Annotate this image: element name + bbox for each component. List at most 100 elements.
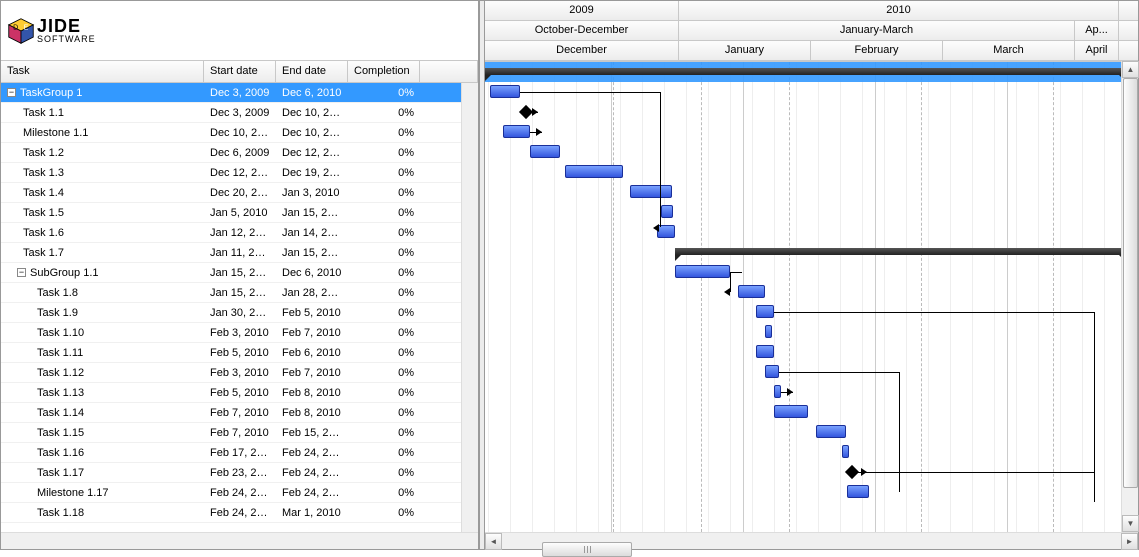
timeline-cell[interactable]: January	[679, 41, 811, 60]
task-bar[interactable]	[756, 345, 774, 358]
col-end[interactable]: End date	[276, 61, 348, 82]
task-name: Task 1.1	[23, 107, 64, 119]
gantt-row[interactable]	[485, 182, 1138, 202]
gantt-row[interactable]	[485, 282, 1138, 302]
gantt-row[interactable]	[485, 202, 1138, 222]
summary-bar[interactable]	[675, 248, 1125, 255]
scroll-left-icon[interactable]: ◄	[485, 533, 502, 550]
expander-icon[interactable]: −	[7, 88, 16, 97]
task-bar[interactable]	[756, 305, 774, 318]
summary-bar[interactable]	[485, 68, 1125, 75]
vscroll-track[interactable]	[1122, 78, 1138, 515]
timeline-cell[interactable]: December	[485, 41, 679, 60]
task-bar[interactable]	[530, 145, 560, 158]
task-name: Task 1.16	[37, 447, 84, 459]
gantt-row[interactable]	[485, 162, 1138, 182]
table-row[interactable]: −SubGroup 1.1Jan 15, 2010Dec 6, 20100%	[1, 263, 478, 283]
table-row[interactable]: Task 1.14Feb 7, 2010Feb 8, 20100%	[1, 403, 478, 423]
table-row[interactable]: Task 1.4Dec 20, 2009Jan 3, 20100%	[1, 183, 478, 203]
vscrollbar-left[interactable]	[461, 83, 478, 532]
task-bar[interactable]	[774, 385, 781, 398]
timeline-cell[interactable]: October-December	[485, 21, 679, 40]
table-row[interactable]: Task 1.1Dec 3, 2009Dec 10, 20090%	[1, 103, 478, 123]
table-row[interactable]: Task 1.3Dec 12, 2009Dec 19, 20090%	[1, 163, 478, 183]
header-months[interactable]: DecemberJanuaryFebruaryMarchApril	[485, 41, 1138, 61]
header-years[interactable]: 20092010	[485, 1, 1138, 21]
gantt-chart[interactable]	[485, 62, 1138, 532]
task-name: Task 1.17	[37, 467, 84, 479]
gantt-row[interactable]	[485, 322, 1138, 342]
timeline-cell[interactable]: April	[1075, 41, 1119, 60]
task-bar[interactable]	[842, 445, 849, 458]
table-row[interactable]: Task 1.12Feb 3, 2010Feb 7, 20100%	[1, 363, 478, 383]
timeline-cell[interactable]: 2010	[679, 1, 1119, 20]
task-bar[interactable]	[847, 485, 869, 498]
task-bar[interactable]	[738, 285, 765, 298]
table-row[interactable]: Task 1.5Jan 5, 2010Jan 15, 20100%	[1, 203, 478, 223]
table-row[interactable]: Task 1.2Dec 6, 2009Dec 12, 20090%	[1, 143, 478, 163]
task-bar[interactable]	[774, 405, 808, 418]
cell-comp: 0%	[348, 307, 420, 319]
task-bar[interactable]	[765, 325, 772, 338]
scroll-right-icon[interactable]: ►	[1121, 533, 1138, 550]
task-name: TaskGroup 1	[20, 87, 82, 99]
header-quarters[interactable]: October-DecemberJanuary-MarchAp...	[485, 21, 1138, 41]
task-bar[interactable]	[565, 165, 623, 178]
table-row[interactable]: Task 1.16Feb 17, 2010Feb 24, 20100%	[1, 443, 478, 463]
col-start[interactable]: Start date	[204, 61, 276, 82]
vscroll-thumb[interactable]	[1123, 78, 1138, 488]
table-row[interactable]: Task 1.13Feb 5, 2010Feb 8, 20100%	[1, 383, 478, 403]
task-bar[interactable]	[503, 125, 530, 138]
gantt-row[interactable]	[485, 402, 1138, 422]
table-row[interactable]: Task 1.11Feb 5, 2010Feb 6, 20100%	[1, 343, 478, 363]
task-bar[interactable]	[630, 185, 672, 198]
table-row[interactable]: Task 1.6Jan 12, 2010Jan 14, 20100%	[1, 223, 478, 243]
task-bar[interactable]	[490, 85, 520, 98]
gantt-row[interactable]	[485, 382, 1138, 402]
table-row[interactable]: Task 1.17Feb 23, 2010Feb 24, 20100%	[1, 463, 478, 483]
task-bar[interactable]	[675, 265, 730, 278]
timeline-cell[interactable]: January-March	[679, 21, 1075, 40]
timeline-cell[interactable]: Ap...	[1075, 21, 1119, 40]
gantt-row[interactable]	[485, 442, 1138, 462]
table-row[interactable]: Task 1.8Jan 15, 2010Jan 28, 20100%	[1, 283, 478, 303]
gantt-row[interactable]	[485, 242, 1138, 262]
gantt-row[interactable]	[485, 142, 1138, 162]
gantt-row[interactable]	[485, 422, 1138, 442]
vscrollbar-right[interactable]: ▲ ▼	[1121, 61, 1138, 532]
gantt-row[interactable]	[485, 482, 1138, 502]
hscrollbar-right[interactable]: ◄ ►	[485, 532, 1138, 549]
col-task[interactable]: Task	[1, 61, 204, 82]
timeline-cell[interactable]: March	[943, 41, 1075, 60]
table-row[interactable]: Task 1.9Jan 30, 2010Feb 5, 20100%	[1, 303, 478, 323]
gantt-row[interactable]	[485, 102, 1138, 122]
gantt-app: D E JIDE SOFTWARE Task Start date End da…	[0, 0, 1139, 550]
scroll-up-icon[interactable]: ▲	[1122, 61, 1139, 78]
table-row[interactable]: Task 1.10Feb 3, 2010Feb 7, 20100%	[1, 323, 478, 343]
expander-icon[interactable]: −	[17, 268, 26, 277]
gantt-row[interactable]	[485, 122, 1138, 142]
col-completion[interactable]: Completion	[348, 61, 420, 82]
table-row[interactable]: Task 1.7Jan 11, 2010Jan 15, 20100%	[1, 243, 478, 263]
table-row[interactable]: Task 1.18Feb 24, 2010Mar 1, 20100%	[1, 503, 478, 523]
table-row[interactable]: Milestone 1.17Feb 24, 2010Feb 24, 20100%	[1, 483, 478, 503]
table-row[interactable]: Task 1.15Feb 7, 2010Feb 15, 20100%	[1, 423, 478, 443]
cell-end: Dec 19, 2009	[276, 167, 348, 179]
cell-start: Jan 15, 2010	[204, 287, 276, 299]
task-name: Milestone 1.1	[23, 127, 88, 139]
hscrollbar-left[interactable]	[1, 532, 478, 549]
cell-start: Feb 3, 2010	[204, 367, 276, 379]
timeline-cell[interactable]: 2009	[485, 1, 679, 20]
timeline-cell[interactable]: February	[811, 41, 943, 60]
gantt-row[interactable]	[485, 342, 1138, 362]
table-row[interactable]: −TaskGroup 1Dec 3, 2009Dec 6, 20100%	[1, 83, 478, 103]
gantt-row[interactable]	[485, 222, 1138, 242]
table-row[interactable]: Milestone 1.1Dec 10, 2009Dec 10, 20090%	[1, 123, 478, 143]
col-extra[interactable]	[420, 61, 478, 82]
scroll-down-icon[interactable]: ▼	[1122, 515, 1139, 532]
task-bar[interactable]	[816, 425, 846, 438]
gantt-row[interactable]	[485, 62, 1138, 82]
gantt-row[interactable]	[485, 262, 1138, 282]
task-bar[interactable]	[765, 365, 779, 378]
task-bar[interactable]	[661, 205, 673, 218]
